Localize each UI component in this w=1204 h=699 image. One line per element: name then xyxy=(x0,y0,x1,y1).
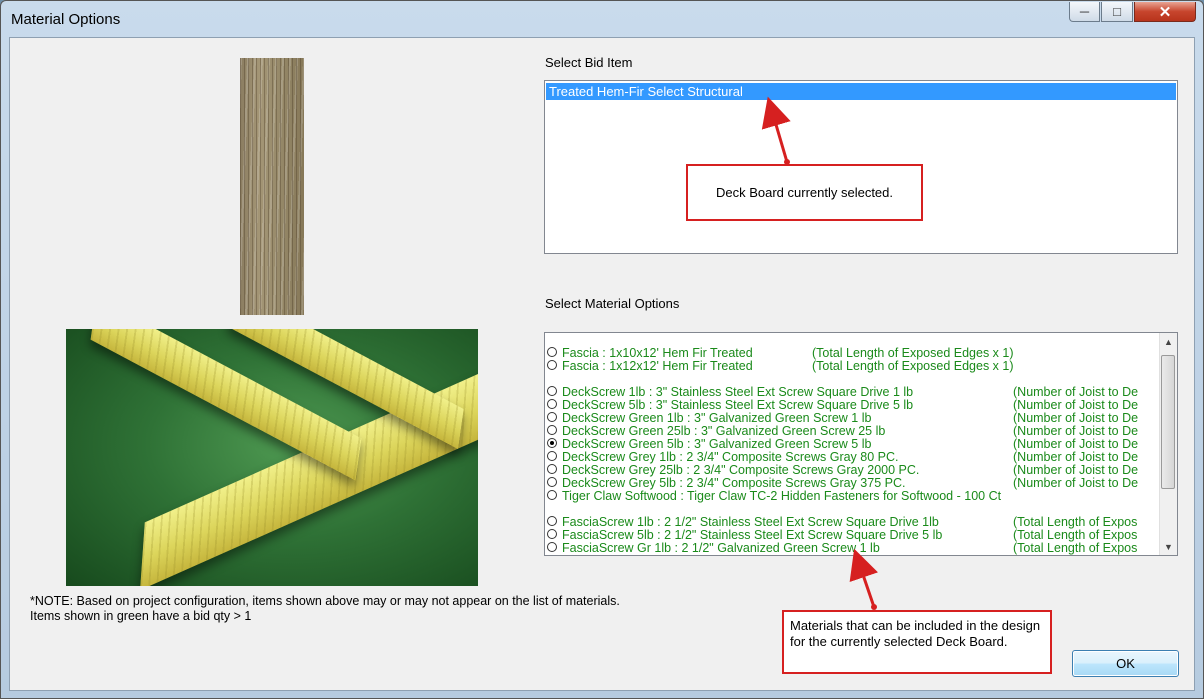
material-options-window: Material Options ─ □ ✕ *NOTE: Based on p… xyxy=(0,0,1204,699)
arrow-dot xyxy=(871,604,877,610)
callout-arrows xyxy=(761,96,879,610)
arrow-to-bid-item xyxy=(761,96,791,163)
arrow-dot xyxy=(784,159,790,165)
arrow-to-material-list xyxy=(849,548,879,608)
